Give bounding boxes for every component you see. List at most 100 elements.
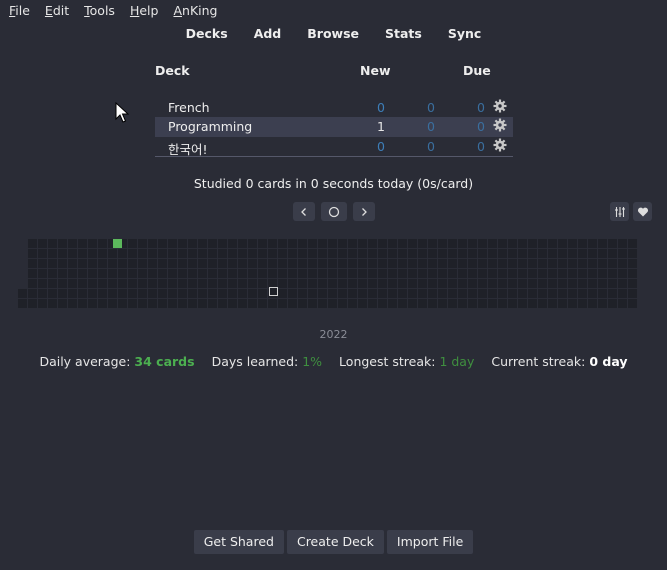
heatmap-day-cell[interactable] <box>458 259 467 268</box>
heatmap-day-cell[interactable] <box>428 239 437 248</box>
heatmap-day-cell[interactable] <box>598 259 607 268</box>
heatmap-day-cell[interactable] <box>58 279 67 288</box>
heatmap-day-cell[interactable] <box>98 239 107 248</box>
heatmap-day-cell[interactable] <box>228 249 237 258</box>
heatmap-day-cell[interactable] <box>318 299 327 308</box>
heatmap-day-cell[interactable] <box>208 269 217 278</box>
heatmap-day-cell[interactable] <box>548 289 557 298</box>
heatmap-day-cell[interactable] <box>378 279 387 288</box>
heatmap-day-cell[interactable] <box>628 249 637 258</box>
heatmap-day-cell[interactable] <box>398 249 407 258</box>
heatmap-day-cell[interactable] <box>178 289 187 298</box>
heatmap-day-cell[interactable] <box>188 299 197 308</box>
heatmap-day-cell[interactable] <box>578 279 587 288</box>
heatmap-day-cell[interactable] <box>238 299 247 308</box>
heatmap-day-cell[interactable] <box>148 249 157 258</box>
heatmap-day-cell[interactable] <box>158 269 167 278</box>
heatmap-day-cell[interactable] <box>68 269 77 278</box>
heatmap-day-cell[interactable] <box>458 239 467 248</box>
heatmap-day-cell[interactable] <box>88 289 97 298</box>
heatmap-day-cell[interactable] <box>318 289 327 298</box>
heatmap-day-cell[interactable] <box>528 269 537 278</box>
heatmap-day-cell[interactable] <box>498 279 507 288</box>
heatmap-day-cell[interactable] <box>478 289 487 298</box>
heatmap-day-cell[interactable] <box>98 279 107 288</box>
heatmap-day-cell[interactable] <box>368 239 377 248</box>
heatmap-day-cell[interactable] <box>298 289 307 298</box>
heatmap-day-cell[interactable] <box>118 269 127 278</box>
heatmap-day-cell[interactable] <box>388 289 397 298</box>
heatmap-day-cell[interactable] <box>568 299 577 308</box>
heatmap-day-cell[interactable] <box>528 279 537 288</box>
heatmap-day-cell[interactable] <box>548 249 557 258</box>
heatmap-day-cell[interactable] <box>328 249 337 258</box>
heatmap-day-cell[interactable] <box>248 299 257 308</box>
heatmap-day-cell[interactable] <box>558 249 567 258</box>
heatmap-day-cell[interactable] <box>478 249 487 258</box>
heatmap-day-cell[interactable] <box>178 249 187 258</box>
heatmap-day-cell[interactable] <box>58 289 67 298</box>
heatmap-day-cell[interactable] <box>398 269 407 278</box>
heatmap-day-cell[interactable] <box>548 279 557 288</box>
heatmap-day-cell[interactable] <box>58 269 67 278</box>
heatmap-day-cell[interactable] <box>528 259 537 268</box>
heatmap-day-cell[interactable] <box>468 239 477 248</box>
heatmap-day-cell[interactable] <box>368 249 377 258</box>
heatmap-day-cell[interactable] <box>218 249 227 258</box>
heatmap-day-cell[interactable] <box>408 289 417 298</box>
heatmap-day-cell[interactable] <box>448 239 457 248</box>
heatmap-day-cell[interactable] <box>388 249 397 258</box>
heatmap-day-cell[interactable] <box>568 289 577 298</box>
heatmap-day-cell[interactable] <box>188 279 197 288</box>
heatmap-day-cell[interactable] <box>168 259 177 268</box>
heatmap-day-cell[interactable] <box>88 259 97 268</box>
heatmap-day-cell[interactable] <box>158 239 167 248</box>
heatmap-day-cell[interactable] <box>468 299 477 308</box>
heatmap-day-cell[interactable] <box>348 259 357 268</box>
heatmap-day-cell[interactable] <box>568 279 577 288</box>
heatmap-day-cell[interactable] <box>108 259 117 268</box>
heatmap-day-cell[interactable] <box>468 269 477 278</box>
heatmap-day-cell[interactable] <box>628 239 637 248</box>
heatmap-day-cell[interactable] <box>438 279 447 288</box>
heatmap-day-cell[interactable] <box>488 249 497 258</box>
heatmap-day-cell[interactable] <box>258 239 267 248</box>
heatmap-day-cell[interactable] <box>78 279 87 288</box>
heatmap-day-cell[interactable] <box>108 279 117 288</box>
heatmap-day-cell[interactable] <box>238 239 247 248</box>
heatmap-day-cell[interactable] <box>348 239 357 248</box>
heatmap-day-cell[interactable] <box>238 259 247 268</box>
heatmap-day-cell[interactable] <box>258 259 267 268</box>
heatmap-day-cell[interactable] <box>598 249 607 258</box>
heatmap-day-cell[interactable] <box>68 299 77 308</box>
heatmap-today-cell[interactable] <box>269 287 278 296</box>
heatmap-day-cell[interactable] <box>518 269 527 278</box>
heatmap-day-cell[interactable] <box>558 299 567 308</box>
heatmap-day-cell[interactable] <box>308 299 317 308</box>
heatmap-day-cell[interactable] <box>508 239 517 248</box>
heatmap-day-cell[interactable] <box>128 239 137 248</box>
heatmap-day-cell[interactable] <box>248 279 257 288</box>
heatmap-day-cell[interactable] <box>558 259 567 268</box>
heatmap-day-cell[interactable] <box>528 249 537 258</box>
heatmap-day-cell[interactable] <box>518 289 527 298</box>
heatmap-day-cell[interactable] <box>248 269 257 278</box>
heatmap-day-cell[interactable] <box>348 289 357 298</box>
heatmap-day-cell[interactable] <box>508 279 517 288</box>
heatmap-day-cell[interactable] <box>428 269 437 278</box>
heatmap-day-cell[interactable] <box>618 239 627 248</box>
heatmap-day-cell[interactable] <box>408 239 417 248</box>
heatmap-day-cell[interactable] <box>188 289 197 298</box>
heatmap-day-cell[interactable] <box>278 279 287 288</box>
heatmap-day-cell[interactable] <box>368 299 377 308</box>
heatmap-day-cell[interactable] <box>298 249 307 258</box>
heatmap-day-cell[interactable] <box>358 279 367 288</box>
heatmap-day-cell[interactable] <box>238 249 247 258</box>
heatmap-day-cell[interactable] <box>68 289 77 298</box>
heatmap-day-cell[interactable] <box>198 299 207 308</box>
heatmap-day-cell[interactable] <box>418 279 427 288</box>
heatmap-day-cell[interactable] <box>48 259 57 268</box>
heatmap-day-cell[interactable] <box>28 279 37 288</box>
heatmap-day-cell[interactable] <box>308 269 317 278</box>
heatmap-day-cell[interactable] <box>48 239 57 248</box>
